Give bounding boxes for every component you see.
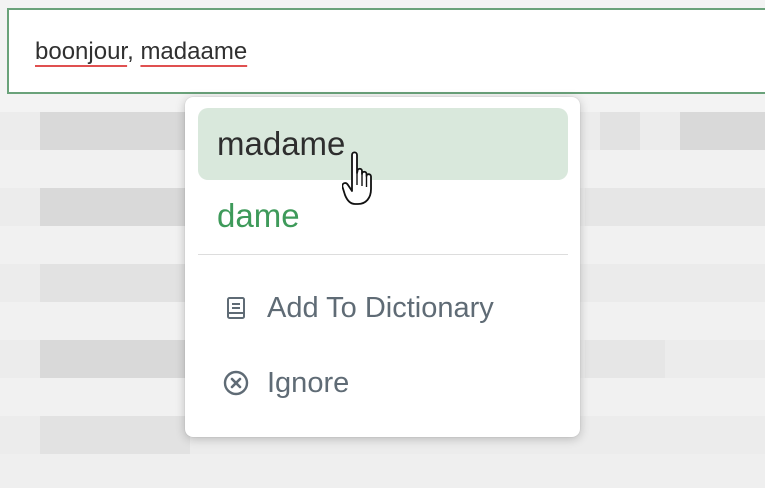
misspelled-word[interactable]: madaame [140, 38, 247, 65]
misspelled-word[interactable]: boonjour [35, 38, 127, 65]
add-to-dictionary-label: Add To Dictionary [267, 291, 494, 324]
blurred-background-row [0, 454, 765, 488]
suggestion-item[interactable]: madame [198, 108, 568, 180]
menu-divider [198, 254, 568, 255]
text-input[interactable]: boonjour, madaame [7, 8, 765, 94]
close-circle-icon [222, 369, 250, 397]
text-separator: , [127, 38, 141, 65]
spellcheck-menu: madame dame Add To Dictionary Ignore [185, 97, 580, 437]
add-to-dictionary-button[interactable]: Add To Dictionary [222, 285, 494, 331]
ignore-label: Ignore [267, 366, 350, 399]
input-text: boonjour, madaame [35, 38, 247, 66]
suggestion-item[interactable]: dame [198, 180, 568, 252]
ignore-button[interactable]: Ignore [222, 360, 349, 406]
book-icon [222, 294, 250, 322]
screen: boonjour, madaame madame dame Add To Dic… [0, 0, 765, 488]
